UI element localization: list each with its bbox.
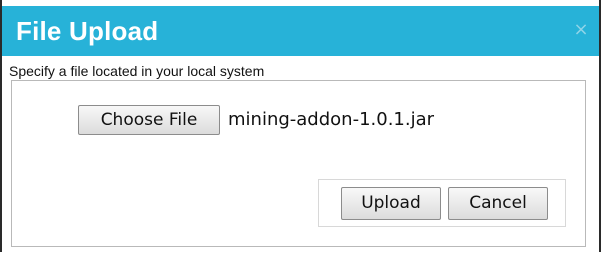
choose-file-button[interactable]: Choose File [78, 105, 220, 135]
file-upload-dialog: File Upload × Specify a file located in … [0, 0, 601, 252]
close-icon[interactable]: × [571, 18, 591, 42]
selected-file-name: mining-addon-1.0.1.jar [228, 109, 435, 130]
dialog-title: File Upload [16, 16, 159, 46]
upload-panel: Choose File mining-addon-1.0.1.jar Uploa… [11, 80, 586, 247]
dialog-title-bar[interactable]: File Upload × [2, 6, 599, 56]
upload-instruction: Specify a file located in your local sys… [9, 63, 265, 79]
dialog-button-group: Upload Cancel [318, 179, 566, 227]
upload-button[interactable]: Upload [341, 187, 441, 220]
cancel-button[interactable]: Cancel [448, 187, 548, 220]
